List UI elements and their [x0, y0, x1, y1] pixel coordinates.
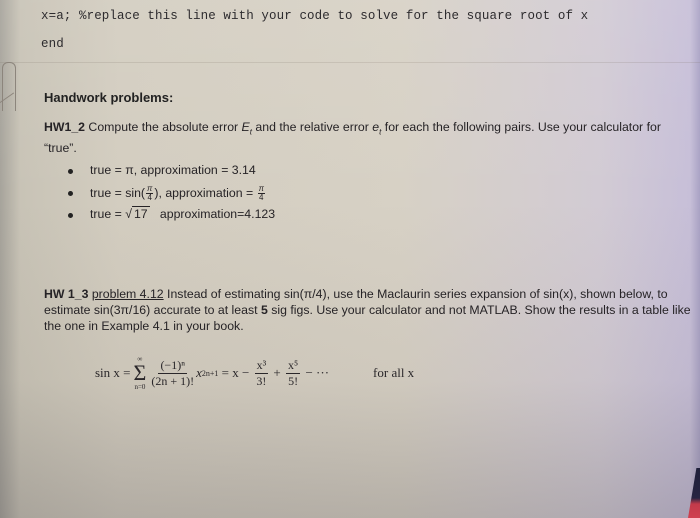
- code-line-end: end: [41, 37, 64, 51]
- formula-condition: for all x: [373, 365, 415, 380]
- pairs-list: true = π, approximation = 3.14 true = si…: [66, 163, 275, 229]
- formula-equals: = x −: [218, 365, 253, 380]
- summation: ∞ Σ n=0: [133, 355, 147, 391]
- formula-ellipsis: − ···: [302, 365, 330, 380]
- relative-error-symbol: et: [372, 120, 382, 137]
- series-exponent: 2n+1: [201, 368, 219, 378]
- photo-shading: [0, 0, 700, 518]
- problem-hw1-2: HW1_2 Compute the absolute error Et and …: [44, 119, 694, 156]
- problem-hw1-3: HW 1_3 problem 4.12 Instead of estimatin…: [44, 286, 694, 334]
- problem-reference-link[interactable]: problem 4.12: [92, 287, 164, 301]
- term-x3: x³ 3!: [254, 357, 269, 388]
- fraction: π4: [257, 184, 265, 202]
- list-item: true = π, approximation = 3.14: [66, 163, 275, 185]
- absolute-error-symbol: Et: [241, 120, 252, 137]
- code-line-assignment: x=a; %replace this line with your code t…: [41, 9, 589, 23]
- fraction: π4: [146, 184, 154, 202]
- list-item: true = √ 17 approximation=4.123: [66, 206, 275, 229]
- formula-lhs: sin x =: [95, 365, 131, 380]
- problem-label: HW1_2: [44, 120, 86, 134]
- sig-fig-count: 5: [260, 303, 268, 317]
- section-heading: Handwork problems:: [44, 90, 174, 105]
- problem-text: Compute the absolute error: [85, 120, 242, 134]
- maclaurin-formula: sin x = ∞ Σ n=0 (−1)ⁿ (2n + 1)! x 2n+1 = …: [95, 355, 414, 391]
- page-divider: [0, 62, 700, 63]
- list-item: true = sin(π 4), approximation = π4: [66, 185, 275, 207]
- series-term-fraction: (−1)ⁿ (2n + 1)!: [151, 357, 195, 388]
- background-object: [688, 468, 700, 518]
- problem-text: and the relative error: [251, 120, 373, 134]
- radicand: 17: [131, 206, 150, 221]
- formula-plus: +: [270, 365, 285, 380]
- problem-label: HW 1_3: [44, 287, 89, 301]
- term-x5: x⁵ 5!: [286, 357, 301, 388]
